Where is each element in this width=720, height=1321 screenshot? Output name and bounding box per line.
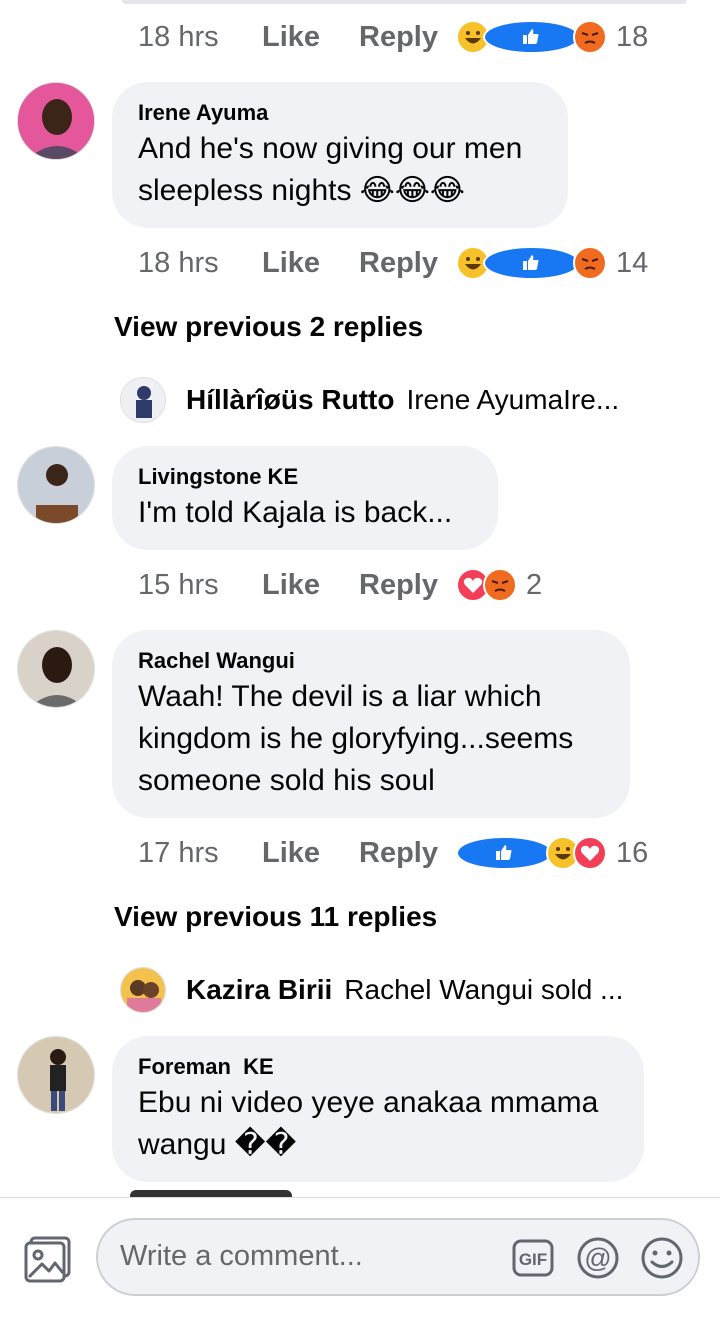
reply-button[interactable]: Reply [359,247,438,280]
like-reaction-icon [455,836,553,870]
reaction-count: 18 [615,20,649,53]
comment-text: And he's now giving our men [138,132,523,165]
commenter-name[interactable]: Foreman KE [138,1052,618,1082]
reactions-summary[interactable] [455,246,607,280]
angry-reaction-icon [572,20,607,54]
reaction-count: 2 [525,568,543,601]
like-button[interactable]: Like [262,21,359,54]
mention-label: @ [584,1243,611,1273]
comment-placeholder: Write a comment... [120,1240,363,1272]
comment-meta-row: 17 hrs Like Reply 16 [138,831,648,875]
reaction-count: 14 [615,246,649,279]
like-reaction-icon [482,246,580,280]
comment-text: kingdom is he gloryfying...seems [138,722,574,755]
reply-button[interactable]: Reply [359,21,438,54]
comment-time: 17 hrs [138,836,219,869]
reply-author-name: Kazira Birii [186,974,333,1005]
reactions-summary[interactable] [455,568,517,602]
comment-text: wangu �� [138,1128,297,1161]
gif-icon[interactable]: GIF [512,1239,554,1277]
comment-meta-row: 18 hrs Like Reply 14 [138,241,648,285]
photo-icon[interactable] [22,1233,74,1285]
reply-preview-text: Irene AyumaIre... [406,384,620,415]
reactions-summary[interactable] [455,20,607,54]
avatar [120,377,166,423]
comment-bubble[interactable]: Rachel Wangui Waah! The devil is a liar … [112,630,630,818]
commenter-name[interactable]: Rachel Wangui [138,646,604,676]
previous-bubble-edge [122,0,687,4]
comment-text: Ebu ni video yeye anakaa mmama [138,1086,599,1119]
comment-meta-row: 18 hrs Like Reply 18 [138,15,648,59]
love-reaction-icon [572,836,607,870]
comment-text: I'm told Kajala is back... [138,496,453,529]
avatar[interactable] [17,446,95,524]
reply-author-name: Híllàrîøüs Rutto [186,384,395,415]
like-reaction-icon [482,20,580,54]
comment-bubble[interactable]: Livingstone KE I'm told Kajala is back..… [112,446,498,550]
reply-preview[interactable]: Híllàrîøüs Rutto Irene AyumaIre... [120,375,619,425]
view-previous-replies-link[interactable]: View previous 11 replies [114,901,437,933]
angry-reaction-icon [572,246,607,280]
reply-preview-text: Rachel Wangui sold ... [344,974,624,1005]
avatar[interactable] [17,630,95,708]
comment-bubble[interactable]: Irene Ayuma And he's now giving our men … [112,82,568,228]
avatar[interactable] [17,1036,95,1114]
like-button[interactable]: Like [262,837,359,870]
angry-reaction-icon [482,568,517,602]
like-button[interactable]: Like [262,569,359,602]
attached-image-edge [130,1190,292,1197]
commenter-name[interactable]: Livingstone KE [138,462,472,492]
comment-input[interactable]: Write a comment... GIF @ [96,1218,700,1296]
gif-label: GIF [519,1250,547,1269]
comment-text: Waah! The devil is a liar which [138,680,542,713]
reply-preview[interactable]: Kazira Birii Rachel Wangui sold ... [120,965,623,1015]
mention-icon[interactable]: @ [576,1236,620,1280]
reply-button[interactable]: Reply [359,569,438,602]
comment-time: 18 hrs [138,20,219,53]
comment-meta-row: 15 hrs Like Reply 2 [138,563,542,607]
comment-text: sleepless nights 😂😂😂 [138,174,465,207]
comment-bubble[interactable]: Foreman KE Ebu ni video yeye anakaa mmam… [112,1036,644,1182]
comment-text: someone sold his soul [138,764,435,797]
reaction-count: 16 [615,836,649,869]
emoji-icon[interactable] [640,1236,684,1280]
view-previous-replies-link[interactable]: View previous 2 replies [114,311,423,343]
like-button[interactable]: Like [262,247,359,280]
avatar[interactable] [17,82,95,160]
reactions-summary[interactable] [455,836,607,870]
commenter-name[interactable]: Irene Ayuma [138,98,542,128]
comment-time: 18 hrs [138,246,219,279]
avatar [120,967,166,1013]
reply-button[interactable]: Reply [359,837,438,870]
comment-time: 15 hrs [138,568,219,601]
comment-composer: Write a comment... GIF @ [0,1197,720,1321]
